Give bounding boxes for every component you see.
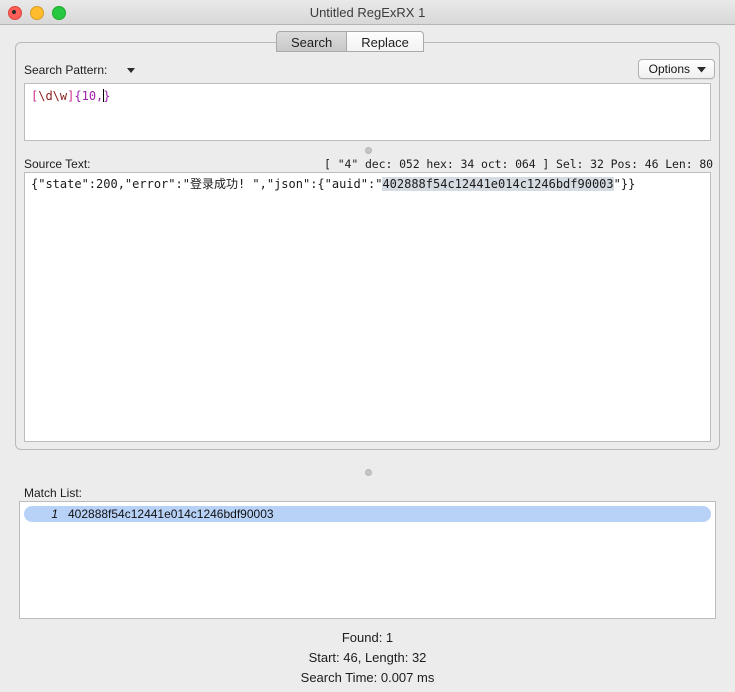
status-footer: Found: 1 Start: 46, Length: 32 Search Ti… — [0, 628, 735, 688]
source-text-value: {"state":200,"error":"登录成功! ","json":{"a… — [25, 173, 710, 196]
regex-token-quantifier-close: } — [103, 89, 111, 103]
window-title: Untitled RegExRX 1 — [309, 4, 426, 20]
window-titlebar: Untitled RegExRX 1 — [0, 0, 735, 25]
maximize-button[interactable] — [52, 6, 66, 20]
options-button-label: Options — [648, 62, 690, 76]
search-pattern-label: Search Pattern: — [24, 63, 108, 77]
options-button[interactable]: Options — [637, 59, 715, 79]
source-text-input[interactable]: {"state":200,"error":"登录成功! ","json":{"a… — [24, 172, 711, 442]
minimize-button[interactable] — [30, 6, 44, 20]
splitter-handle-bottom[interactable] — [365, 469, 372, 476]
found-count: Found: 1 — [341, 630, 394, 645]
match-index: 1 — [51, 507, 58, 521]
regex-token-quantifier: {10, — [74, 89, 104, 103]
source-text-prefix: {"state":200,"error":"登录成功! ","json":{"a… — [31, 177, 383, 191]
source-text-selection: 402888f54c12441e014c1246bdf90003 — [382, 177, 614, 191]
match-value: 402888f54c12441e014c1246bdf90003 — [68, 507, 274, 521]
character-info-status: [ "4" dec: 052 hex: 34 oct: 064 ] Sel: 3… — [324, 157, 713, 171]
chevron-down-icon — [697, 62, 706, 76]
match-list[interactable]: 1 402888f54c12441e014c1246bdf90003 — [19, 501, 716, 619]
match-range: Start: 46, Length: 32 — [308, 650, 427, 665]
tab-replace[interactable]: Replace — [347, 31, 424, 52]
search-time: Search Time: 0.007 ms — [300, 670, 435, 685]
triangle-down-icon[interactable] — [124, 64, 138, 76]
splitter-handle-top[interactable] — [365, 147, 372, 154]
search-pattern-value: [\d\w]{10,} — [25, 84, 710, 108]
window-controls — [8, 6, 66, 20]
close-button[interactable] — [8, 6, 22, 20]
match-list-label: Match List: — [24, 486, 83, 500]
source-text-label: Source Text: — [24, 157, 91, 171]
regex-token-escapes: \d\w — [38, 89, 68, 103]
search-pattern-input[interactable]: [\d\w]{10,} — [24, 83, 711, 141]
table-row[interactable]: 1 402888f54c12441e014c1246bdf90003 — [24, 506, 711, 522]
source-text-suffix: "}} — [613, 177, 636, 191]
tab-search[interactable]: Search — [276, 31, 348, 52]
